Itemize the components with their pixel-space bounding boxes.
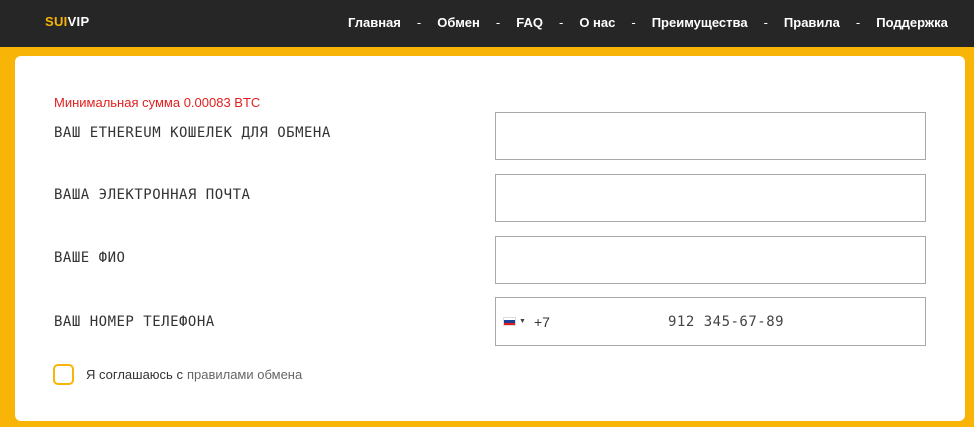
- agree-rules-row: Я соглашаюсь с правилами обмена: [53, 364, 302, 385]
- nav-item-faq[interactable]: FAQ: [516, 15, 543, 30]
- nav-item-advantages[interactable]: Преимущества: [652, 15, 748, 30]
- nav-item-exchange[interactable]: Обмен: [437, 15, 480, 30]
- nav-item-support[interactable]: Поддержка: [876, 15, 948, 30]
- nav-separator: -: [855, 15, 861, 30]
- logo-part-sui: SUI: [45, 14, 68, 29]
- russia-flag-icon: [503, 317, 516, 326]
- nav-separator: -: [763, 15, 768, 30]
- phone-label: ВАШ НОМЕР ТЕЛЕФОНА: [54, 314, 215, 330]
- country-selector[interactable]: ▼: [503, 317, 526, 326]
- nav-separator: -: [416, 15, 422, 30]
- main-nav: Главная - Обмен - FAQ - О нас - Преимуще…: [348, 15, 948, 30]
- agree-checkbox[interactable]: [53, 364, 74, 385]
- phone-field: ▼ +7: [495, 297, 926, 346]
- phone-input[interactable]: [668, 311, 918, 333]
- nav-item-rules[interactable]: Правила: [784, 15, 840, 30]
- phone-country-code: +7: [534, 314, 550, 330]
- wallet-address-input[interactable]: [495, 112, 926, 160]
- nav-separator: -: [558, 15, 564, 30]
- nav-separator: -: [631, 15, 636, 30]
- nav-separator: -: [495, 15, 501, 30]
- site-logo[interactable]: SUIVIP: [45, 14, 89, 29]
- chevron-down-icon: ▼: [519, 318, 526, 325]
- nav-item-about[interactable]: О нас: [579, 15, 615, 30]
- top-navigation-bar: SUIVIP Главная - Обмен - FAQ - О нас - П…: [0, 0, 974, 47]
- email-label: ВАША ЭЛЕКТРОННАЯ ПОЧТА: [54, 187, 251, 203]
- full-name-input[interactable]: [495, 236, 926, 284]
- logo-part-vip: VIP: [67, 14, 90, 29]
- full-name-label: ВАШЕ ФИО: [54, 250, 126, 266]
- email-input[interactable]: [495, 174, 926, 222]
- agree-text: Я соглашаюсь с: [86, 367, 183, 382]
- wallet-label: ВАШ ETHEREUM КОШЕЛЕК ДЛЯ ОБМЕНА: [54, 125, 331, 141]
- min-amount-warning: Минимальная сумма 0.00083 BTC: [54, 95, 261, 110]
- nav-item-home[interactable]: Главная: [348, 15, 401, 30]
- exchange-rules-link[interactable]: правилами обмена: [187, 367, 302, 382]
